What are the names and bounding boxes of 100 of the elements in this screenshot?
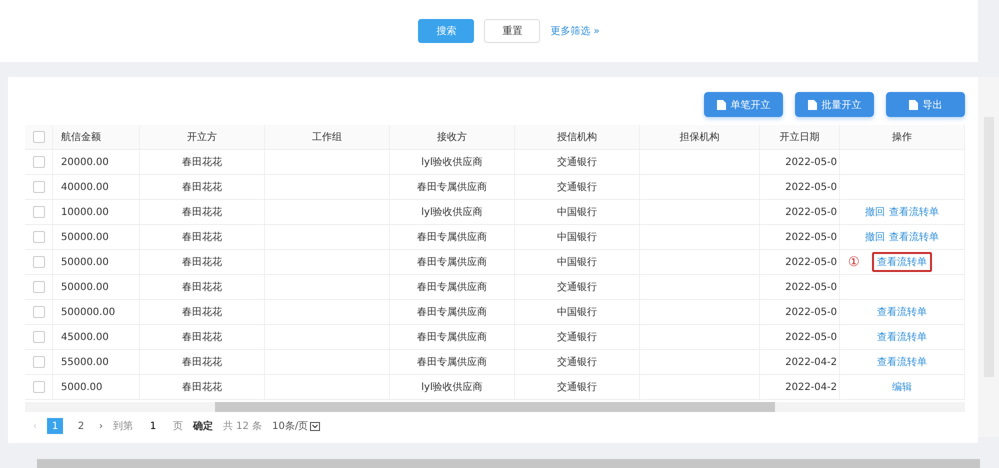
table-cell-text: 春田花花 [182,230,222,244]
table-cell: 2022-05-0 [785,256,837,268]
next-page-button[interactable]: › [99,420,103,432]
more-filters-link[interactable]: 更多筛选 » [550,24,600,38]
table-cell: 2022-04-2 [785,382,837,392]
toolbar-button[interactable]: 导出 [886,92,965,117]
table-cell-text: 交通银行 [557,356,597,369]
search-button[interactable]: 搜索 [418,19,474,43]
table-cell: 45000.00 [61,332,109,342]
row-checkbox[interactable] [32,156,44,168]
table-cell: 2022-05-0 [785,306,837,318]
table-cell-text: 中国银行 [557,230,597,244]
select-all-checkbox[interactable] [32,131,44,143]
table-cell: 50000.00 [61,282,109,292]
column-header: 担保机构 [680,130,720,144]
annotation-number: ① [848,254,860,270]
table-cell-text: 春田花花 [182,156,222,169]
row-checkbox[interactable] [32,256,44,268]
table-cell: 2022-04-2 [785,356,837,368]
table-cell-text: 中国银行 [557,256,597,269]
row-checkbox[interactable] [32,181,44,193]
table-cell-text: 交通银行 [557,380,597,394]
table-cell-text: lyl验收供应商 [421,206,483,219]
table-cell: 2022-05-0 [785,332,837,342]
table-cell-text: 交通银行 [557,330,597,344]
table-cell-text: 春田花花 [182,256,222,269]
table-cell-text: 春田花花 [182,206,222,219]
action-link[interactable]: 查看流转单 [889,205,939,219]
table-cell-text: lyl验收供应商 [421,380,483,394]
document-icon [716,100,726,110]
table-cell-text: 交通银行 [557,280,597,294]
total-count: 共 12 条 [223,420,262,433]
row-checkbox[interactable] [32,356,44,368]
document-icon [808,100,816,110]
row-checkbox[interactable] [32,331,44,343]
table-cell-text: 春田花花 [182,356,222,369]
chevron-down-icon [310,422,320,430]
table-cell-text: 春田专属供应商 [417,280,487,294]
page-unit-label: 页 [173,420,183,433]
table-cell: 500000.00 [61,306,116,318]
action-link[interactable]: 撤回 [865,230,885,244]
table-cell: 2022-05-0 [785,182,837,192]
column-header: 工作组 [312,131,342,144]
table-cell-text: 春田花花 [182,180,222,194]
row-checkbox[interactable] [32,231,44,243]
reset-button[interactable]: 重置 [484,19,540,43]
column-header: 开立日期 [780,130,820,144]
action-link[interactable]: 查看流转单 [889,230,939,244]
table-cell-text: 春田花花 [182,306,222,319]
column-header: 操作 [892,131,912,144]
page-size-select[interactable]: 10条/页 [272,419,320,433]
column-header: 开立方 [187,130,217,144]
row-checkbox[interactable] [32,281,44,293]
table-cell-text: 春田专属供应商 [417,356,487,369]
row-checkbox[interactable] [32,206,44,218]
table-cell: 50000.00 [61,256,109,268]
table-cell-text: 春田花花 [182,280,222,294]
toolbar-button[interactable]: 批量开立 [795,92,874,117]
table-cell-text: 中国银行 [557,306,597,319]
table-cell: 2022-05-0 [785,206,837,218]
table-cell-text: 交通银行 [557,156,597,169]
row-checkbox[interactable] [32,381,44,393]
column-header: 接收方 [437,130,467,144]
table-cell-text: 交通银行 [557,180,597,194]
goto-label: 到第 [113,420,133,433]
toolbar-button[interactable]: 单笔开立 [704,92,783,117]
table-cell-text: 中国银行 [557,206,597,219]
page-button[interactable]: 1 [47,418,63,434]
table-cell: 2022-05-0 [785,232,837,242]
action-link[interactable]: 查看流转单 [877,305,927,319]
horizontal-scrollbar[interactable] [25,402,965,412]
table-cell: 55000.00 [61,356,109,368]
table-cell-text: 春田专属供应商 [417,230,487,244]
action-link[interactable]: 查看流转单 [877,355,927,369]
vertical-scrollbar[interactable] [978,77,999,437]
action-link[interactable]: 查看流转单 [877,255,927,269]
table-cell: 5000.00 [61,382,102,392]
table-cell-text: 春田专属供应商 [417,256,487,269]
table-cell-text: 春田专属供应商 [417,306,487,319]
column-header: 授信机构 [557,130,597,144]
table-cell-text: lyl验收供应商 [421,156,483,169]
table-cell: 2022-05-0 [785,282,837,292]
action-link[interactable]: 查看流转单 [877,330,927,344]
table-cell-text: 春田花花 [182,330,222,344]
table-cell: 10000.00 [61,206,109,218]
action-link[interactable]: 编辑 [892,380,912,394]
table-cell: 40000.00 [61,182,109,192]
table-cell: 50000.00 [61,232,109,242]
document-icon [908,100,918,110]
row-checkbox[interactable] [32,306,44,318]
table-cell: 20000.00 [61,156,109,168]
column-header: 航信金额 [61,130,101,144]
confirm-button[interactable]: 确定 [193,419,213,433]
table-cell: 2022-05-0 [785,156,837,168]
page-button[interactable]: 2 [73,418,89,434]
action-link[interactable]: 撤回 [865,205,885,219]
table-cell-text: 春田花花 [182,380,222,394]
page-scrollbar[interactable] [37,459,980,468]
table-cell-text: 春田专属供应商 [417,330,487,344]
table-cell-text: 春田专属供应商 [417,180,487,194]
